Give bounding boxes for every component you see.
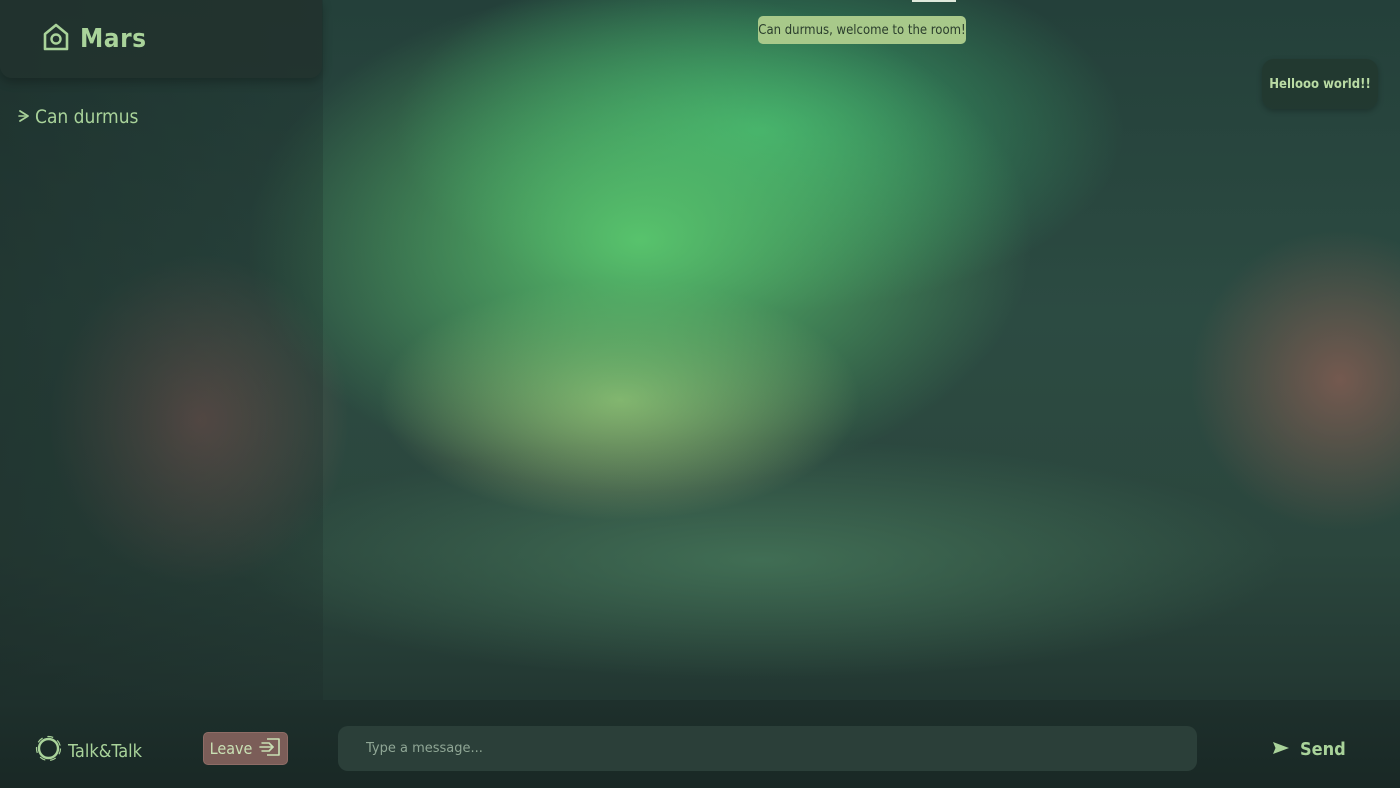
sidebar: Mars Can durmus bbox=[0, 0, 323, 700]
exit-icon bbox=[259, 737, 281, 761]
chat-area: Can durmus, welcome to the room! Hellooo… bbox=[323, 0, 1400, 700]
home-icon bbox=[42, 22, 70, 56]
chevron-right-icon bbox=[18, 106, 31, 128]
room-header: Mars bbox=[0, 0, 322, 78]
brand: Talk&Talk bbox=[35, 735, 142, 767]
send-label: Send bbox=[1300, 738, 1346, 760]
chat-message: Hellooo world!! bbox=[1262, 59, 1378, 109]
brand-name: Talk&Talk bbox=[68, 740, 143, 762]
chat-ring-icon bbox=[35, 735, 62, 767]
top-divider bbox=[912, 0, 956, 2]
user-list-item[interactable]: Can durmus bbox=[18, 106, 138, 128]
user-list: Can durmus bbox=[18, 106, 138, 128]
bottom-bar: Talk&Talk Leave Send bbox=[0, 700, 1400, 788]
send-icon bbox=[1272, 739, 1290, 760]
leave-label: Leave bbox=[209, 739, 253, 758]
send-button[interactable]: Send bbox=[1272, 736, 1346, 762]
user-name: Can durmus bbox=[35, 106, 139, 128]
system-message: Can durmus, welcome to the room! bbox=[758, 16, 966, 44]
room-title: Mars bbox=[80, 24, 147, 54]
leave-button[interactable]: Leave bbox=[203, 732, 288, 765]
message-input[interactable] bbox=[338, 726, 1197, 771]
